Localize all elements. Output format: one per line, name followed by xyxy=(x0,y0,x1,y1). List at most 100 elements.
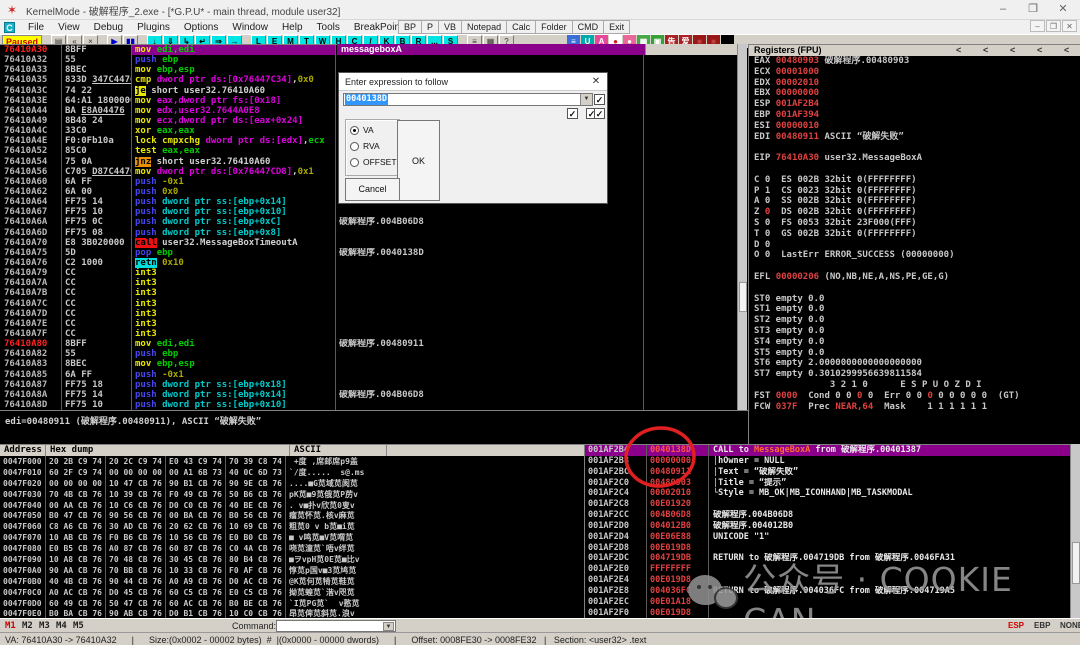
disassembly-scrollbar[interactable] xyxy=(737,44,747,410)
menu-item-view[interactable]: View xyxy=(51,22,87,33)
dialog-title[interactable]: Enter expression to follow ✕ xyxy=(339,73,607,91)
menu-item-plugins[interactable]: Plugins xyxy=(130,22,177,33)
disasm-row[interactable]: 76410A80 8BFF mov edi,edi 破解程序.00480911 xyxy=(0,339,737,350)
disasm-row[interactable]: 76410A8D FF75 10 push dword ptr ss:[ebp+0x… xyxy=(0,399,737,410)
menu-item-options[interactable]: Options xyxy=(177,22,225,33)
hex-address: 0047F0A0 xyxy=(0,564,46,576)
menu-item-help[interactable]: Help xyxy=(275,22,310,33)
disasm-row[interactable]: 76410A7B CC int3 xyxy=(0,288,737,299)
hex-row[interactable]: 0047F0B0 40 4B CB 76 90 44 CB 76 A0 A9 CB 7… xyxy=(0,575,584,587)
chevron-down-icon[interactable]: ▼ xyxy=(383,622,394,631)
child-restore-icon[interactable]: ❐ xyxy=(1046,20,1061,32)
hex-row[interactable]: 0047F060 C8 A6 CB 76 30 AD CB 76 20 62 CB 7… xyxy=(0,521,584,533)
disasm-row[interactable]: 76410A85 6A FF push -0x1 xyxy=(0,369,737,380)
hex-row[interactable]: 0047F020 00 00 00 00 10 47 CB 76 90 B1 CB 7… xyxy=(0,477,584,489)
hex-ascii: `/度..... s@.ms xyxy=(289,467,365,477)
option-checkbox-2[interactable]: ✓ xyxy=(567,108,578,119)
hex-row[interactable]: 0047F070 10 AB CB 76 F0 B6 CB 76 10 56 CB 7… xyxy=(0,532,584,544)
hex-row[interactable]: 0047F0D0 60 49 CB 76 50 47 CB 76 60 AC CB 7… xyxy=(0,597,584,609)
hex-row[interactable]: 0047F080 E0 B5 CB 76 A0 87 CB 76 60 87 CB 7… xyxy=(0,543,584,555)
quick-button-exit[interactable]: Exit xyxy=(603,20,631,34)
option-checkbox-4[interactable]: ✓ xyxy=(594,108,605,119)
hex-bytes-group: 00 AA CB 76 xyxy=(46,499,106,511)
hex-address: 0047F040 xyxy=(0,499,46,511)
memory-tab-m2[interactable]: M2 xyxy=(22,621,33,631)
disasm-row[interactable]: 76410A7C CC int3 xyxy=(0,298,737,309)
disasm-row[interactable]: 76410A7D CC int3 xyxy=(0,308,737,319)
hex-row[interactable]: 0047F0C0 A0 AC CB 76 D0 45 CB 76 60 C5 CB 7… xyxy=(0,586,584,598)
memory-tab-m4[interactable]: M4 xyxy=(56,621,67,631)
memory-tab-m3[interactable]: M3 xyxy=(39,621,50,631)
menu-item-window[interactable]: Window xyxy=(225,22,275,33)
expression-input[interactable]: 0040138D ▼ xyxy=(343,93,593,106)
menu-item-tools[interactable]: Tools xyxy=(310,22,347,33)
close-icon[interactable]: ✕ xyxy=(589,75,603,89)
disasm-row[interactable]: 76410A82 55 push ebp xyxy=(0,349,737,360)
ok-button[interactable]: OK xyxy=(397,120,440,201)
hex-row[interactable]: 0047F050 B0 47 CB 76 90 56 CB 76 00 BA CB 7… xyxy=(0,510,584,522)
collapse-button[interactable]: < xyxy=(956,45,961,56)
disasm-filler xyxy=(644,238,737,248)
child-minimize-icon[interactable]: – xyxy=(1030,20,1045,32)
quick-button-cmd[interactable]: CMD xyxy=(571,20,604,34)
hex-row[interactable]: 0047F010 60 2F C9 74 00 00 00 00 00 A1 6B 7… xyxy=(0,466,584,478)
menu-item-file[interactable]: File xyxy=(21,22,51,33)
register-line: C 0 ES 002B 32bit 0(FFFFFFFF) xyxy=(754,174,917,185)
hex-row[interactable]: 0047F030 70 4B CB 76 10 39 CB 76 F0 49 CB 7… xyxy=(0,488,584,500)
hex-address: 0047F030 xyxy=(0,488,46,500)
disasm-row[interactable]: 76410A32 55 push ebp xyxy=(0,55,737,66)
radio-va[interactable]: VA xyxy=(350,125,374,135)
disasm-row[interactable]: 76410A8A FF75 14 push dword ptr ss:[ebp+0x… xyxy=(0,389,737,400)
cancel-button[interactable]: Cancel xyxy=(345,178,400,201)
disasm-row[interactable]: 76410A79 CC int3 xyxy=(0,268,737,279)
command-input[interactable]: ▼ xyxy=(276,620,396,632)
disasm-row[interactable]: 76410A76 C2 1000 retn 0x10 xyxy=(0,257,737,269)
disasm-row[interactable]: 76410A75 5D pop ebp 破解程序.0040138D xyxy=(0,247,737,258)
radio-rva[interactable]: RVA xyxy=(350,141,380,151)
disasm-filler xyxy=(644,359,737,369)
hex-row[interactable]: 0047F0A0 90 AA CB 76 70 BB CB 76 10 33 CB 7… xyxy=(0,564,584,576)
quick-button-bp[interactable]: BP xyxy=(398,20,422,34)
disasm-row[interactable]: 76410A83 8BEC mov ebp,esp xyxy=(0,359,737,370)
stack-row[interactable]: 001AF2C8 00E01920 xyxy=(585,499,1080,511)
disasm-row[interactable]: 76410A7F CC int3 xyxy=(0,328,737,340)
restore-icon[interactable]: ❐ xyxy=(1018,0,1048,19)
quick-button-p[interactable]: P xyxy=(421,20,439,34)
quick-button-folder[interactable]: Folder xyxy=(535,20,572,34)
disasm-row[interactable]: 76410A6D FF75 08 push dword ptr ss:[ebp+0x… xyxy=(0,227,737,238)
option-checkbox-1[interactable]: ✓ xyxy=(594,94,605,105)
hex-row[interactable]: 0047F0E0 B0 BA CB 76 90 AB CB 76 D0 B1 CB 7… xyxy=(0,608,584,618)
minimize-icon[interactable]: – xyxy=(988,0,1018,19)
disasm-row[interactable]: 76410A87 FF75 18 push dword ptr ss:[ebp+0x… xyxy=(0,379,737,390)
stack-row[interactable]: 001AF2D0 004012B0 破解程序.004012B0 xyxy=(585,520,1080,532)
chevron-down-icon[interactable]: ▼ xyxy=(580,94,592,105)
comment-column-header[interactable]: messageboxA xyxy=(337,44,645,55)
stack-row[interactable]: 001AF2CC 004B06D8 破解程序.004B06D8 xyxy=(585,510,1080,521)
collapse-button[interactable]: < xyxy=(983,45,988,56)
stack-row[interactable]: 001AF2D4 00E06E88 UNICODE "1" xyxy=(585,531,1080,543)
collapse-button[interactable]: < xyxy=(1010,45,1015,56)
close-icon[interactable]: ✕ xyxy=(1048,0,1078,19)
hex-row[interactable]: 0047F090 10 A8 CB 76 70 48 CB 76 30 45 CB 7… xyxy=(0,554,584,565)
disasm-row[interactable]: 76410A67 FF75 10 push dword ptr ss:[ebp+0x… xyxy=(0,207,737,218)
registers-pane[interactable]: Registers (FPU) < < < < < EAX 00480903 破解程序.0… xyxy=(748,44,1080,444)
child-close-icon[interactable]: ✕ xyxy=(1062,20,1077,32)
quick-button-calc[interactable]: Calc xyxy=(506,20,536,34)
collapse-button[interactable]: < xyxy=(1064,45,1069,56)
memory-tab-m5[interactable]: M5 xyxy=(73,621,84,631)
radio-offset[interactable]: OFFSET xyxy=(350,157,397,167)
disasm-row[interactable]: 76410A70 E8 3B020000 call user32.MessageBo… xyxy=(0,237,737,248)
hex-row[interactable]: 0047F000 20 2B C9 74 20 2C C9 74 E0 43 C9 7… xyxy=(0,456,584,467)
hex-dump-pane[interactable]: Address Hex dump ASCII 0047F000 20 2B C9 … xyxy=(0,444,584,618)
memory-tab-m1[interactable]: M1 xyxy=(5,621,16,631)
disasm-row[interactable]: 76410A6A FF75 0C push dword ptr ss:[ebp+0x… xyxy=(0,217,737,228)
hex-ascii: 粗苋0 v b苋■i苋 xyxy=(289,522,355,532)
quick-button-notepad[interactable]: Notepad xyxy=(461,20,507,34)
collapse-button[interactable]: < xyxy=(1037,45,1042,56)
disasm-row[interactable]: 76410A7A CC int3 xyxy=(0,278,737,289)
disasm-row[interactable]: 76410A7E CC int3 xyxy=(0,318,737,329)
menu-item-debug[interactable]: Debug xyxy=(87,22,130,33)
disasm-comment xyxy=(336,359,644,370)
quick-button-vb[interactable]: VB xyxy=(438,20,462,34)
hex-row[interactable]: 0047F040 00 AA CB 76 10 C6 CB 76 D0 C0 CB 7… xyxy=(0,499,584,511)
